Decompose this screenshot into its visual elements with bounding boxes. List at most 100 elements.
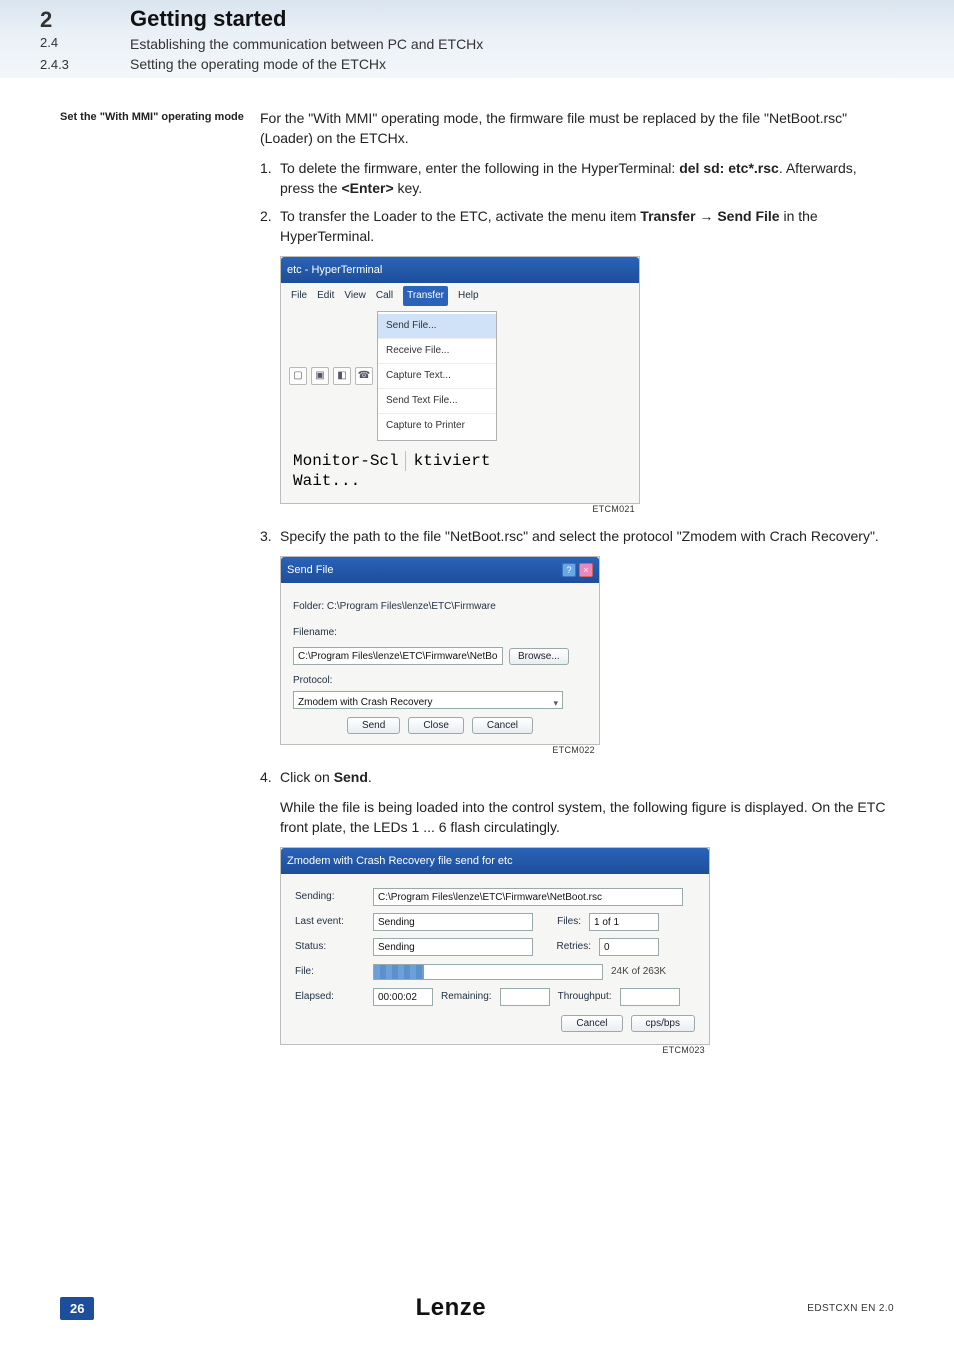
menu-item-receive-file[interactable]: Receive File... <box>378 339 496 364</box>
remaining-field <box>500 988 550 1006</box>
menu-bar: File Edit View Call Transfer Help <box>287 283 633 309</box>
step-3: 3. Specify the path to the file "NetBoot… <box>260 526 894 546</box>
window-title: Send File <box>287 560 333 580</box>
menu-item-capture-text[interactable]: Capture Text... <box>378 364 496 389</box>
sending-field <box>373 888 683 906</box>
help-icon[interactable]: ? <box>562 563 576 577</box>
terminal-line-1: Monitor-Scl <box>293 451 399 471</box>
window-titlebar: etc - HyperTerminal <box>281 257 639 283</box>
cancel-button[interactable]: Cancel <box>561 1015 622 1032</box>
menu-item-send-text-file[interactable]: Send Text File... <box>378 389 496 414</box>
folder-label: Folder: C:\Program Files\lenze\ETC\Firmw… <box>293 597 587 617</box>
terminal-area: Monitor-Scl Wait... ktiviert <box>287 445 633 495</box>
window-controls: ? × <box>562 563 593 577</box>
elapsed-field <box>373 988 433 1006</box>
files-label: Files: <box>541 912 581 932</box>
send-button[interactable]: Send <box>347 717 400 734</box>
step-4-text: Click on Send. <box>280 767 894 787</box>
window-titlebar: Zmodem with Crash Recovery file send for… <box>281 848 709 874</box>
lastevent-label: Last event: <box>295 912 365 932</box>
dialog-buttons: Cancel cps/bps <box>295 1015 695 1032</box>
progress-fill <box>374 965 424 979</box>
toolbar: ▢ ▣ ◧ ☎ Send File... Receive File... Cap… <box>287 309 633 445</box>
screenshot-send-file: Send File ? × Folder: C:\Program Files\l… <box>280 556 600 745</box>
toolbar-call-icon[interactable]: ☎ <box>355 367 373 385</box>
file-label: File: <box>295 962 365 982</box>
step-2: 2. To transfer the Loader to the ETC, ac… <box>260 206 894 246</box>
step-1-num: 1. <box>260 158 280 198</box>
header-titles: Getting started Establishing the communi… <box>100 0 483 78</box>
step-2-num: 2. <box>260 206 280 246</box>
chapter-number: 2 <box>40 8 100 32</box>
subsection-number: 2.4.3 <box>40 54 100 76</box>
cancel-button[interactable]: Cancel <box>472 717 533 734</box>
status-field <box>373 938 533 956</box>
chapter-title: Getting started <box>130 6 483 32</box>
step-2-text: To transfer the Loader to the ETC, activ… <box>280 206 894 246</box>
protocol-select[interactable]: Zmodem with Crash Recovery <box>293 691 563 709</box>
step-list-2: 3. Specify the path to the file "NetBoot… <box>260 526 894 546</box>
section-number: 2.4 <box>40 32 100 54</box>
screenshot-zmodem-progress: Zmodem with Crash Recovery file send for… <box>280 847 710 1045</box>
filename-label: Filename: <box>293 623 587 643</box>
step-4-follow: While the file is being loaded into the … <box>280 797 894 837</box>
files-field <box>589 913 659 931</box>
remaining-label: Remaining: <box>441 987 492 1007</box>
filename-row: Browse... <box>293 647 587 665</box>
intro-text: For the "With MMI" operating mode, the f… <box>260 108 894 148</box>
protocol-value: Zmodem with Crash Recovery <box>298 697 432 708</box>
toolbar-open-icon[interactable]: ▣ <box>311 367 329 385</box>
step-1: 1. To delete the firmware, enter the fol… <box>260 158 894 198</box>
page-header: 2 2.4 2.4.3 Getting started Establishing… <box>0 0 954 78</box>
subsection-title: Setting the operating mode of the ETCHx <box>130 54 483 74</box>
step-3-text: Specify the path to the file "NetBoot.rs… <box>280 526 894 546</box>
transfer-dropdown: Send File... Receive File... Capture Tex… <box>377 311 497 441</box>
window-titlebar: Send File ? × <box>281 557 599 583</box>
window-title: etc - HyperTerminal <box>287 264 382 276</box>
menu-item-capture-to-printer[interactable]: Capture to Printer <box>378 414 496 438</box>
brand-logo: Lenze <box>416 1294 487 1322</box>
throughput-label: Throughput: <box>558 987 612 1007</box>
menu-edit[interactable]: Edit <box>317 286 334 306</box>
step-4: 4. Click on Send. <box>260 767 894 787</box>
retries-field <box>599 938 659 956</box>
browse-button[interactable]: Browse... <box>509 648 569 665</box>
figure-caption-3: ETCM023 <box>662 1040 705 1060</box>
body-column: For the "With MMI" operating mode, the f… <box>260 108 894 1049</box>
retries-label: Retries: <box>541 937 591 957</box>
document-code: EDSTCXN EN 2.0 <box>807 1303 894 1314</box>
page-number: 26 <box>60 1297 94 1320</box>
sending-label: Sending: <box>295 887 365 907</box>
menu-transfer[interactable]: Transfer <box>403 286 448 306</box>
dialog-buttons: Send Close Cancel <box>293 717 587 734</box>
step-4-num: 4. <box>260 767 280 787</box>
intro-row: Set the "With MMI" operating mode For th… <box>60 108 894 1049</box>
file-row: File: 24K of 263K <box>295 962 695 982</box>
toolbar-save-icon[interactable]: ◧ <box>333 367 351 385</box>
step-3-num: 3. <box>260 526 280 546</box>
content-area: Set the "With MMI" operating mode For th… <box>0 78 954 1049</box>
protocol-label: Protocol: <box>293 671 587 691</box>
figure-caption-2: ETCM022 <box>552 740 595 760</box>
section-title: Establishing the communication between P… <box>130 34 483 54</box>
toolbar-new-icon[interactable]: ▢ <box>289 367 307 385</box>
figure-caption-1: ETCM021 <box>592 499 635 519</box>
filename-input[interactable] <box>293 647 503 665</box>
sending-row: Sending: <box>295 887 695 907</box>
elapsed-row: Elapsed: Remaining: Throughput: <box>295 987 695 1007</box>
step-list: 1. To delete the firmware, enter the fol… <box>260 158 894 246</box>
step-list-3: 4. Click on Send. <box>260 767 894 787</box>
menu-view[interactable]: View <box>344 286 366 306</box>
screenshot-hyperterminal: etc - HyperTerminal File Edit View Call … <box>280 256 640 504</box>
menu-file[interactable]: File <box>291 286 307 306</box>
close-icon[interactable]: × <box>579 563 593 577</box>
file-progress-text: 24K of 263K <box>611 962 666 982</box>
cpsbps-button[interactable]: cps/bps <box>631 1015 695 1032</box>
menu-call[interactable]: Call <box>376 286 393 306</box>
throughput-field <box>620 988 680 1006</box>
progress-bar <box>373 964 603 980</box>
page-footer: 26 Lenze EDSTCXN EN 2.0 <box>0 1294 954 1322</box>
close-button[interactable]: Close <box>408 717 464 734</box>
menu-help[interactable]: Help <box>458 286 479 306</box>
menu-item-send-file[interactable]: Send File... <box>378 314 496 339</box>
